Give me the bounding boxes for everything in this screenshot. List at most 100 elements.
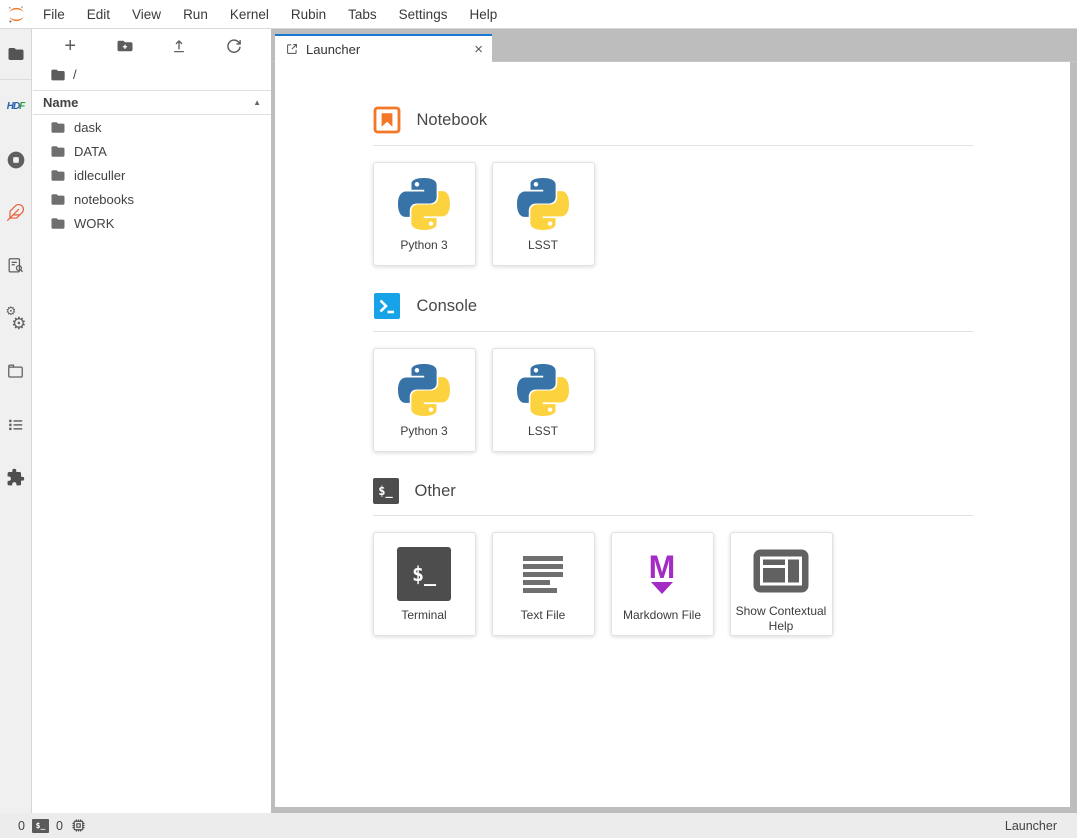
folder-icon [50, 145, 66, 158]
card-label: Python 3 [396, 424, 451, 440]
launcher-card-notebook-python3[interactable]: Python 3 [373, 162, 476, 266]
sidebar-item-notebook-search[interactable] [0, 239, 31, 292]
folder-icon [50, 169, 66, 182]
folder-row-work[interactable]: WORK [33, 211, 271, 235]
folder-name: WORK [74, 216, 114, 231]
new-launcher-button[interactable]: + [56, 34, 84, 58]
menu-tabs[interactable]: Tabs [337, 7, 388, 22]
launcher-card-notebook-lsst[interactable]: LSST [492, 162, 595, 266]
name-column-label: Name [43, 95, 78, 110]
menu-bar: File Edit View Run Kernel Rubin Tabs Set… [0, 0, 1077, 29]
folder-row-data[interactable]: DATA [33, 139, 271, 163]
card-label: LSST [524, 424, 562, 440]
section-other: $_ Other $_ Terminal [373, 478, 973, 636]
folder-icon [7, 45, 25, 63]
menu-file[interactable]: File [32, 7, 76, 22]
launcher-card-console-lsst[interactable]: LSST [492, 348, 595, 452]
breadcrumb-root[interactable]: / [73, 67, 77, 82]
launcher-card-text-file[interactable]: Text File [492, 532, 595, 636]
file-browser-toolbar: + [33, 29, 271, 62]
card-label: Markdown File [619, 608, 705, 624]
launcher-card-contextual-help[interactable]: Show Contextual Help [730, 532, 833, 636]
jupyter-logo-icon [7, 5, 26, 24]
section-notebook-cards: Python 3 LSST [373, 162, 973, 266]
markdown-icon: M [649, 546, 676, 601]
tab-launcher[interactable]: Launcher × [275, 34, 492, 62]
upload-button[interactable] [165, 34, 193, 58]
current-activity-label: Launcher [1005, 819, 1057, 833]
jupyterlab-window: File Edit View Run Kernel Rubin Tabs Set… [0, 0, 1077, 838]
card-label: Python 3 [396, 238, 451, 254]
menu-rubin[interactable]: Rubin [280, 7, 337, 22]
sidebar-item-gears[interactable]: ⚙ ⚙ [0, 292, 31, 345]
breadcrumb: / [33, 62, 271, 87]
kernels-count: 0 [56, 819, 63, 833]
launcher-card-console-python3[interactable]: Python 3 [373, 348, 476, 452]
folder-name: dask [74, 120, 101, 135]
section-notebook-header: Notebook [373, 106, 973, 146]
window-tabs-icon [6, 362, 25, 381]
terminal-icon: $_ [397, 546, 451, 601]
sidebar-item-open-tabs[interactable] [0, 345, 31, 398]
section-title: Other [415, 482, 456, 501]
folder-row-dask[interactable]: dask [33, 115, 271, 139]
sidebar-item-running-sessions[interactable] [0, 133, 31, 186]
card-label: LSST [524, 238, 562, 254]
menu-settings[interactable]: Settings [388, 7, 459, 22]
section-notebook: Notebook Python 3 [373, 106, 973, 266]
sort-ascending-icon[interactable]: ▲ [253, 98, 261, 107]
file-browser-panel: + [33, 29, 271, 813]
sidebar-item-table-of-contents[interactable] [0, 398, 31, 451]
section-title: Console [417, 297, 478, 316]
card-label: Terminal [397, 608, 450, 624]
kernel-chip-icon [70, 817, 87, 834]
file-list-header[interactable]: Name ▲ [33, 90, 271, 115]
contextual-help-icon [753, 546, 809, 597]
menu-view[interactable]: View [121, 7, 172, 22]
sidebar-item-extension-manager[interactable] [0, 451, 31, 504]
folder-name: notebooks [74, 192, 134, 207]
sidebar-item-hdf5[interactable]: HDF [0, 80, 31, 133]
folder-icon [50, 193, 66, 206]
terminals-count: 0 [18, 819, 25, 833]
folder-row-notebooks[interactable]: notebooks [33, 187, 271, 211]
notebook-search-icon [6, 256, 25, 275]
puzzle-icon [6, 468, 25, 487]
sidebar-item-filebrowser[interactable] [0, 29, 31, 79]
menu-edit[interactable]: Edit [76, 7, 121, 22]
launcher-card-terminal[interactable]: $_ Terminal [373, 532, 476, 636]
running-sessions-icon [6, 150, 26, 170]
hdf5-icon: HDF [7, 101, 25, 112]
folder-row-idleculler[interactable]: idleculler [33, 163, 271, 187]
card-label: Text File [517, 608, 570, 624]
notebook-icon [373, 106, 401, 134]
section-console: Console Python 3 [373, 292, 973, 452]
close-icon[interactable]: × [474, 42, 483, 57]
python-icon [517, 362, 569, 417]
status-bar: 0 $_ 0 Launcher [0, 813, 1077, 838]
menu-help[interactable]: Help [458, 7, 508, 22]
section-other-cards: $_ Terminal [373, 532, 973, 636]
menu-kernel[interactable]: Kernel [219, 7, 280, 22]
refresh-icon [225, 37, 243, 55]
terminal-status-icon: $_ [32, 819, 49, 833]
section-other-header: $_ Other [373, 478, 973, 516]
breadcrumb-home-folder-icon[interactable] [50, 68, 66, 82]
folder-icon [50, 217, 66, 230]
refresh-button[interactable] [220, 34, 248, 58]
tab-label: Launcher [306, 42, 360, 57]
main-dock-panel: Launcher × Notebook [271, 29, 1077, 813]
file-list: dask DATA idleculler notebooks [33, 115, 271, 235]
launcher-card-markdown-file[interactable]: M Markdown File [611, 532, 714, 636]
section-title: Notebook [417, 111, 488, 130]
folder-name: DATA [74, 144, 107, 159]
jupyter-logo [0, 5, 32, 24]
menu-run[interactable]: Run [172, 7, 219, 22]
card-label: Show Contextual Help [731, 604, 832, 635]
sidebar-item-feather-extension[interactable] [0, 186, 31, 239]
running-sessions-status[interactable]: 0 $_ 0 [18, 817, 87, 834]
section-console-header: Console [373, 292, 973, 332]
new-folder-button[interactable] [111, 34, 139, 58]
python-icon [517, 176, 569, 231]
plus-icon: + [64, 36, 76, 56]
